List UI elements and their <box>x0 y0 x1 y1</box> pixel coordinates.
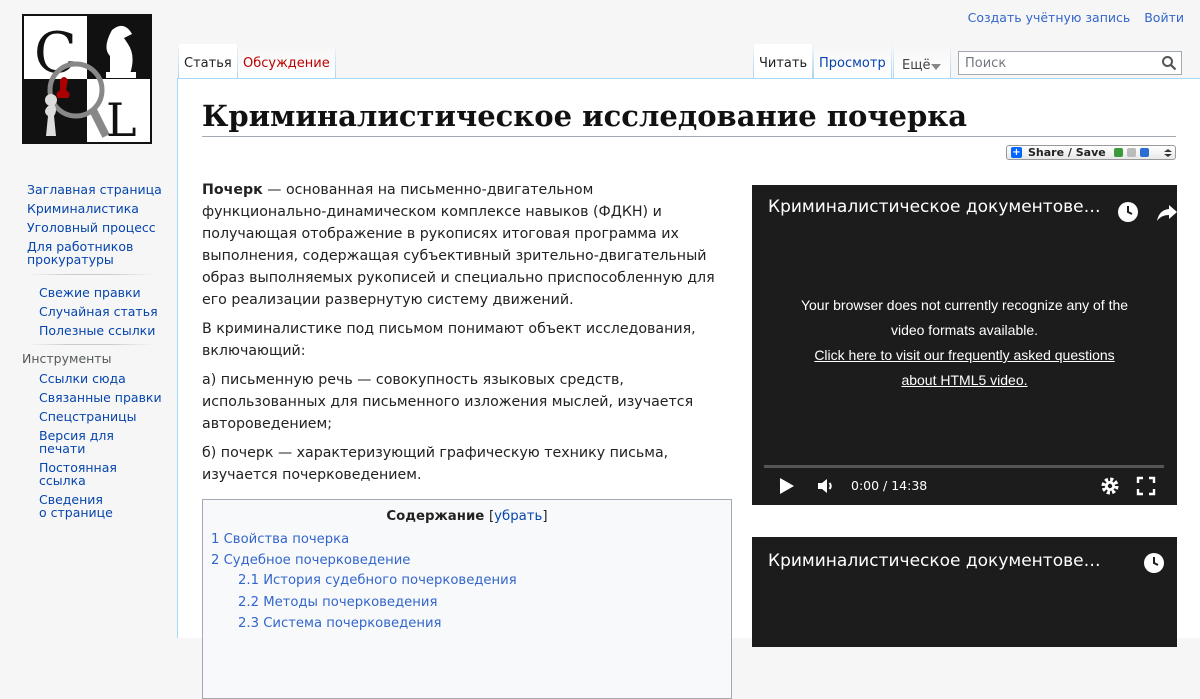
share-save-label: Share / Save <box>1028 146 1106 159</box>
sidebar-item-permanent-link[interactable]: Постоянная ссылка <box>39 461 117 487</box>
paragraph-3: а) письменную речь — совокупность языков… <box>202 372 694 432</box>
sidebar-item-main-page[interactable]: Заглавная страница <box>27 183 162 196</box>
sidebar-item-special-pages[interactable]: Спецстраницы <box>39 410 137 423</box>
toc-num: 1 <box>211 532 220 547</box>
share-icon-grey <box>1127 148 1136 157</box>
share-icon-blue <box>1140 148 1149 157</box>
sidebar-item-line: ссылка <box>39 473 86 488</box>
tab-read-label: Читать <box>759 56 808 71</box>
share-icon-green <box>1114 148 1123 157</box>
video-error-line: video formats available. <box>890 322 1039 338</box>
share-arrow-icon[interactable] <box>1156 201 1177 223</box>
clock-icon[interactable] <box>1117 201 1139 223</box>
page-title: Криминалистическое исследование почерка <box>202 99 1176 137</box>
toc-num: 2.2 <box>238 595 259 610</box>
sidebar-item-line: прокуратуры <box>27 252 114 267</box>
sidebar-item-criminal-process[interactable]: Уголовный процесс <box>27 221 156 234</box>
article-body: Почерк — основанная на письменно-двигате… <box>202 179 722 493</box>
video-title[interactable]: Криминалистическое документоведение <box>768 551 1108 571</box>
sidebar-tools-heading: Инструменты <box>22 351 112 366</box>
sidebar-item-line: о странице <box>39 505 113 520</box>
fullscreen-icon[interactable] <box>1136 476 1156 496</box>
site-logo[interactable]: C L <box>22 14 152 144</box>
sidebar-item-related-changes[interactable]: Связанные правки <box>39 391 162 404</box>
tab-discussion-label: Обсуждение <box>243 56 330 71</box>
search-icon[interactable] <box>1161 55 1177 71</box>
login-link[interactable]: Войти <box>1144 10 1184 25</box>
toc-item[interactable]: 2.3 Система почерковедения <box>238 616 441 631</box>
video-time: 0:00 / 14:38 <box>851 478 928 493</box>
sidebar-item-what-links-here[interactable]: Ссылки сюда <box>39 372 126 385</box>
toc-num: 2 <box>211 553 220 568</box>
chevron-updown-icon <box>1164 149 1172 157</box>
video-progress-bar[interactable] <box>764 465 1164 468</box>
toc-item[interactable]: 2.2 Методы почерковедения <box>238 595 437 610</box>
create-account-link[interactable]: Создать учётную запись <box>968 10 1131 25</box>
toc-label: Методы почерковедения <box>263 595 438 610</box>
plus-icon: + <box>1011 147 1022 158</box>
tab-article-label: Статья <box>184 56 232 71</box>
video-error-message: Your browser does not currently recogniz… <box>752 293 1177 393</box>
sidebar-item-printable-version[interactable]: Версия для печати <box>39 429 114 455</box>
tab-discussion[interactable]: Обсуждение <box>237 44 336 78</box>
volume-icon[interactable] <box>816 476 836 496</box>
html5-faq-link[interactable]: Click here to visit our frequently asked… <box>814 347 1114 388</box>
toc-hide-link[interactable]: убрать <box>494 509 542 524</box>
sidebar-item-page-info[interactable]: Сведения о странице <box>39 493 113 519</box>
sidebar-item-criminalistics[interactable]: Криминалистика <box>27 202 139 215</box>
share-save-button[interactable]: + Share / Save <box>1006 145 1176 160</box>
paragraph-intro-text: — основанная на письменно-двигательном ф… <box>202 182 715 308</box>
svg-text:L: L <box>106 93 137 142</box>
toc-bracket-close: ] <box>542 509 548 524</box>
video-error-line: Your browser does not currently recogniz… <box>800 297 1129 313</box>
sidebar-divider <box>27 274 153 275</box>
toc-item[interactable]: 2.1 История судебного почерковедения <box>238 573 517 588</box>
tab-more-menu[interactable]: Ещё <box>893 44 951 78</box>
term-bold: Почерк <box>202 182 263 198</box>
faq-link-line: about HTML5 video. <box>901 372 1028 388</box>
tab-more-label: Ещё <box>902 58 931 73</box>
clock-icon[interactable] <box>1143 552 1165 574</box>
search-box <box>958 51 1182 75</box>
tab-view-source-label: Просмотр <box>819 56 886 71</box>
chevron-down-icon <box>931 64 941 70</box>
toc-item[interactable]: 1 Свойства почерка <box>211 532 349 547</box>
paragraph-2: В криминалистике под письмом понимают об… <box>202 321 696 359</box>
sidebar-item-prosecutors[interactable]: Для работников прокуратуры <box>27 240 133 266</box>
toc-heading: Содержание <box>386 509 485 524</box>
video-player-2[interactable]: Криминалистическое документоведение <box>752 537 1177 647</box>
gear-icon[interactable] <box>1100 476 1120 496</box>
toc-item[interactable]: 2 Судебное почерковедение <box>211 553 410 568</box>
toc-label: Система почерковедения <box>263 616 442 631</box>
search-input[interactable] <box>959 52 1155 75</box>
paragraph-4: б) почерк — характеризующий графическую … <box>202 445 669 483</box>
play-icon[interactable] <box>776 476 796 496</box>
sidebar-item-useful-links[interactable]: Полезные ссылки <box>39 324 155 337</box>
sidebar-item-line: печати <box>39 441 86 456</box>
tab-view-source[interactable]: Просмотр <box>813 44 892 78</box>
faq-link-line: Click here to visit our frequently asked… <box>814 347 1115 363</box>
toc-num: 2.3 <box>238 616 259 631</box>
tab-article[interactable]: Статья <box>178 44 238 78</box>
toc-label: Судебное почерковедение <box>223 553 411 568</box>
content-area: Криминалистическое исследование почерка … <box>177 78 1200 699</box>
sidebar-divider <box>27 344 153 345</box>
toc-num: 2.1 <box>238 573 259 588</box>
video-player[interactable]: Криминалистическое документоведение Your… <box>752 185 1177 505</box>
table-of-contents: Содержание [убрать] 1 Свойства почерка 2… <box>202 499 732 699</box>
toc-label: История судебного почерковедения <box>263 573 517 588</box>
sidebar-item-random-article[interactable]: Случайная статья <box>39 305 158 318</box>
video-title[interactable]: Криминалистическое документоведение <box>768 197 1108 217</box>
toc-title: Содержание [убрать] <box>203 509 731 524</box>
sidebar-item-recent-changes[interactable]: Свежие правки <box>39 286 141 299</box>
personal-tools: Создать учётную запись Войти <box>958 10 1184 25</box>
tab-read[interactable]: Читать <box>753 44 814 78</box>
logo-image: C L <box>24 16 150 142</box>
paragraph-intro: Почерк — основанная на письменно-двигате… <box>202 179 722 311</box>
toc-label: Свойства почерка <box>223 532 350 547</box>
